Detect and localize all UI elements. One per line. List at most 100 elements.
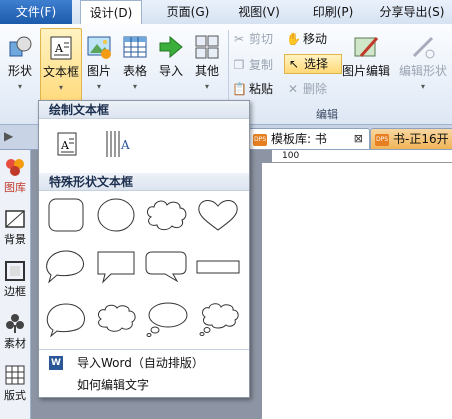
rounded-rect-shape[interactable] bbox=[43, 197, 89, 233]
horizontal-ruler: 100 bbox=[272, 150, 452, 163]
border-icon bbox=[4, 260, 26, 282]
tab-share-export[interactable]: 分享导出(S) bbox=[372, 0, 452, 24]
textbox-icon: A bbox=[48, 35, 74, 61]
copy-icon: ❐ bbox=[233, 58, 245, 72]
tab-view[interactable]: 视图(V) bbox=[226, 0, 292, 24]
import-word-item[interactable]: W 导入Word（自动排版） bbox=[39, 352, 249, 374]
divider bbox=[39, 349, 249, 350]
move-label: 移动 bbox=[303, 32, 328, 46]
other-grid-icon bbox=[194, 34, 220, 60]
ruler-mark: 100 bbox=[282, 151, 300, 161]
cloud-callout-shape[interactable] bbox=[93, 301, 139, 337]
import-button[interactable]: 导入 bbox=[154, 28, 188, 106]
shape-edit-label: 编辑形状 bbox=[398, 64, 447, 78]
table-icon bbox=[122, 34, 148, 60]
close-icon[interactable]: ⊠ bbox=[354, 129, 363, 149]
clipboard-icon: 📋 bbox=[232, 82, 247, 96]
library-gallery[interactable]: 图库 bbox=[0, 156, 30, 195]
tab-page[interactable]: 页面(G) bbox=[152, 0, 224, 24]
chevron-down-icon: ▾ bbox=[58, 83, 63, 92]
svg-text:A: A bbox=[54, 42, 64, 55]
select-button[interactable]: ↖ 选择 bbox=[284, 54, 342, 74]
cloud-shape[interactable] bbox=[143, 197, 189, 233]
background-label: 背景 bbox=[4, 233, 26, 246]
other-button[interactable]: 其他 ▾ bbox=[190, 28, 224, 106]
import-word-label: 导入Word（自动排版） bbox=[77, 356, 204, 370]
doc-tab-book[interactable]: DPS书-正16开软 bbox=[370, 128, 452, 166]
shape-icon bbox=[7, 34, 33, 60]
chevron-down-icon: ▾ bbox=[204, 82, 209, 91]
doc-tab-label: 模板库: 书 bbox=[271, 132, 327, 146]
material-label: 素材 bbox=[4, 337, 26, 350]
copy-button[interactable]: ❐ 复制 bbox=[232, 56, 273, 74]
background-icon bbox=[4, 208, 26, 230]
textbox-button[interactable]: A 文本框 ▾ bbox=[40, 28, 82, 108]
library-panel: 图库 背景 边框 素材 版式 bbox=[0, 150, 31, 419]
document-page[interactable] bbox=[272, 163, 452, 419]
gallery-label: 图库 bbox=[4, 181, 26, 194]
rounded-callout-shape[interactable] bbox=[143, 249, 189, 285]
vertical-textbox-option[interactable]: A bbox=[95, 127, 141, 163]
import-label: 导入 bbox=[158, 64, 183, 78]
table-button[interactable]: 表格 ▾ bbox=[118, 28, 152, 106]
dps-icon: DPS bbox=[375, 133, 389, 146]
paste-label: 粘贴 bbox=[249, 82, 274, 96]
svg-text:A: A bbox=[120, 138, 130, 152]
chevron-down-icon: ▾ bbox=[420, 82, 425, 91]
textbox-label: 文本框 bbox=[42, 65, 79, 79]
cut-button[interactable]: ✂ 剪切 bbox=[232, 30, 273, 48]
draw-textbox-header: 绘制文本框 bbox=[39, 101, 249, 119]
move-button[interactable]: ✋ 移动 bbox=[286, 30, 327, 48]
material-icon bbox=[4, 312, 26, 334]
copy-label: 复制 bbox=[249, 58, 274, 72]
circle-shape[interactable] bbox=[93, 197, 139, 233]
svg-text:A: A bbox=[60, 139, 70, 152]
oval-callout-shape[interactable] bbox=[43, 249, 89, 285]
thought-bubble-shape[interactable] bbox=[143, 301, 189, 337]
tab-print[interactable]: 印刷(P) bbox=[300, 0, 366, 24]
special-shape-header: 特殊形状文本框 bbox=[39, 173, 249, 191]
tab-file[interactable]: 文件(F) bbox=[0, 0, 72, 24]
doc-tab-template-library[interactable]: DPS 模板库: 书 ⊠ bbox=[248, 128, 370, 149]
shape-button[interactable]: 形状 ▾ bbox=[2, 28, 38, 106]
image-edit-icon bbox=[353, 34, 379, 60]
heart-shape[interactable] bbox=[195, 197, 241, 233]
image-label: 图片 bbox=[86, 64, 111, 78]
edit-group-label: 编辑 bbox=[316, 108, 338, 121]
layout-icon bbox=[4, 364, 26, 386]
library-layout[interactable]: 版式 bbox=[0, 364, 30, 403]
panel-collapse-icon[interactable]: ▶ bbox=[4, 129, 13, 143]
scissors-icon: ✂ bbox=[233, 32, 245, 46]
delete-button[interactable]: ✕ 删除 bbox=[286, 80, 327, 98]
image-icon bbox=[86, 34, 112, 60]
library-background[interactable]: 背景 bbox=[0, 208, 30, 247]
horizontal-textbox-option[interactable]: A bbox=[45, 127, 91, 163]
banner-shape[interactable] bbox=[195, 249, 241, 285]
image-edit-label: 图片编辑 bbox=[341, 64, 390, 78]
image-button[interactable]: 图片 ▾ bbox=[82, 28, 116, 106]
library-border[interactable]: 边框 bbox=[0, 260, 30, 299]
shape-edit-icon bbox=[410, 34, 436, 60]
layout-label: 版式 bbox=[4, 389, 26, 402]
library-material[interactable]: 素材 bbox=[0, 312, 30, 351]
shape-label: 形状 bbox=[7, 64, 32, 78]
dps-icon: DPS bbox=[253, 133, 267, 146]
gallery-icon bbox=[4, 156, 26, 178]
tab-design[interactable]: 设计(D) bbox=[80, 0, 142, 25]
image-edit-button[interactable]: 图片编辑 bbox=[340, 28, 392, 106]
select-label: 选择 bbox=[304, 57, 329, 71]
menu-bar: 文件(F) 设计(D) 页面(G) 视图(V) 印刷(P) 分享导出(S) bbox=[0, 0, 452, 25]
how-to-edit-text-item[interactable]: 如何编辑文字 bbox=[39, 374, 249, 396]
table-label: 表格 bbox=[122, 64, 147, 78]
paste-button[interactable]: 📋 粘贴 bbox=[232, 80, 273, 98]
cloud-thought-shape[interactable] bbox=[195, 301, 241, 337]
delete-label: 删除 bbox=[303, 82, 328, 96]
chevron-down-icon: ▾ bbox=[17, 82, 22, 91]
shape-edit-button[interactable]: 编辑形状 ▾ bbox=[396, 28, 450, 106]
rect-callout-shape[interactable] bbox=[93, 249, 139, 285]
large-oval-callout-shape[interactable] bbox=[43, 301, 89, 338]
delete-x-icon: ✕ bbox=[287, 82, 299, 96]
pointer-icon: ↖ bbox=[288, 57, 300, 71]
chevron-down-icon: ▾ bbox=[96, 82, 101, 91]
cut-label: 剪切 bbox=[249, 32, 274, 46]
